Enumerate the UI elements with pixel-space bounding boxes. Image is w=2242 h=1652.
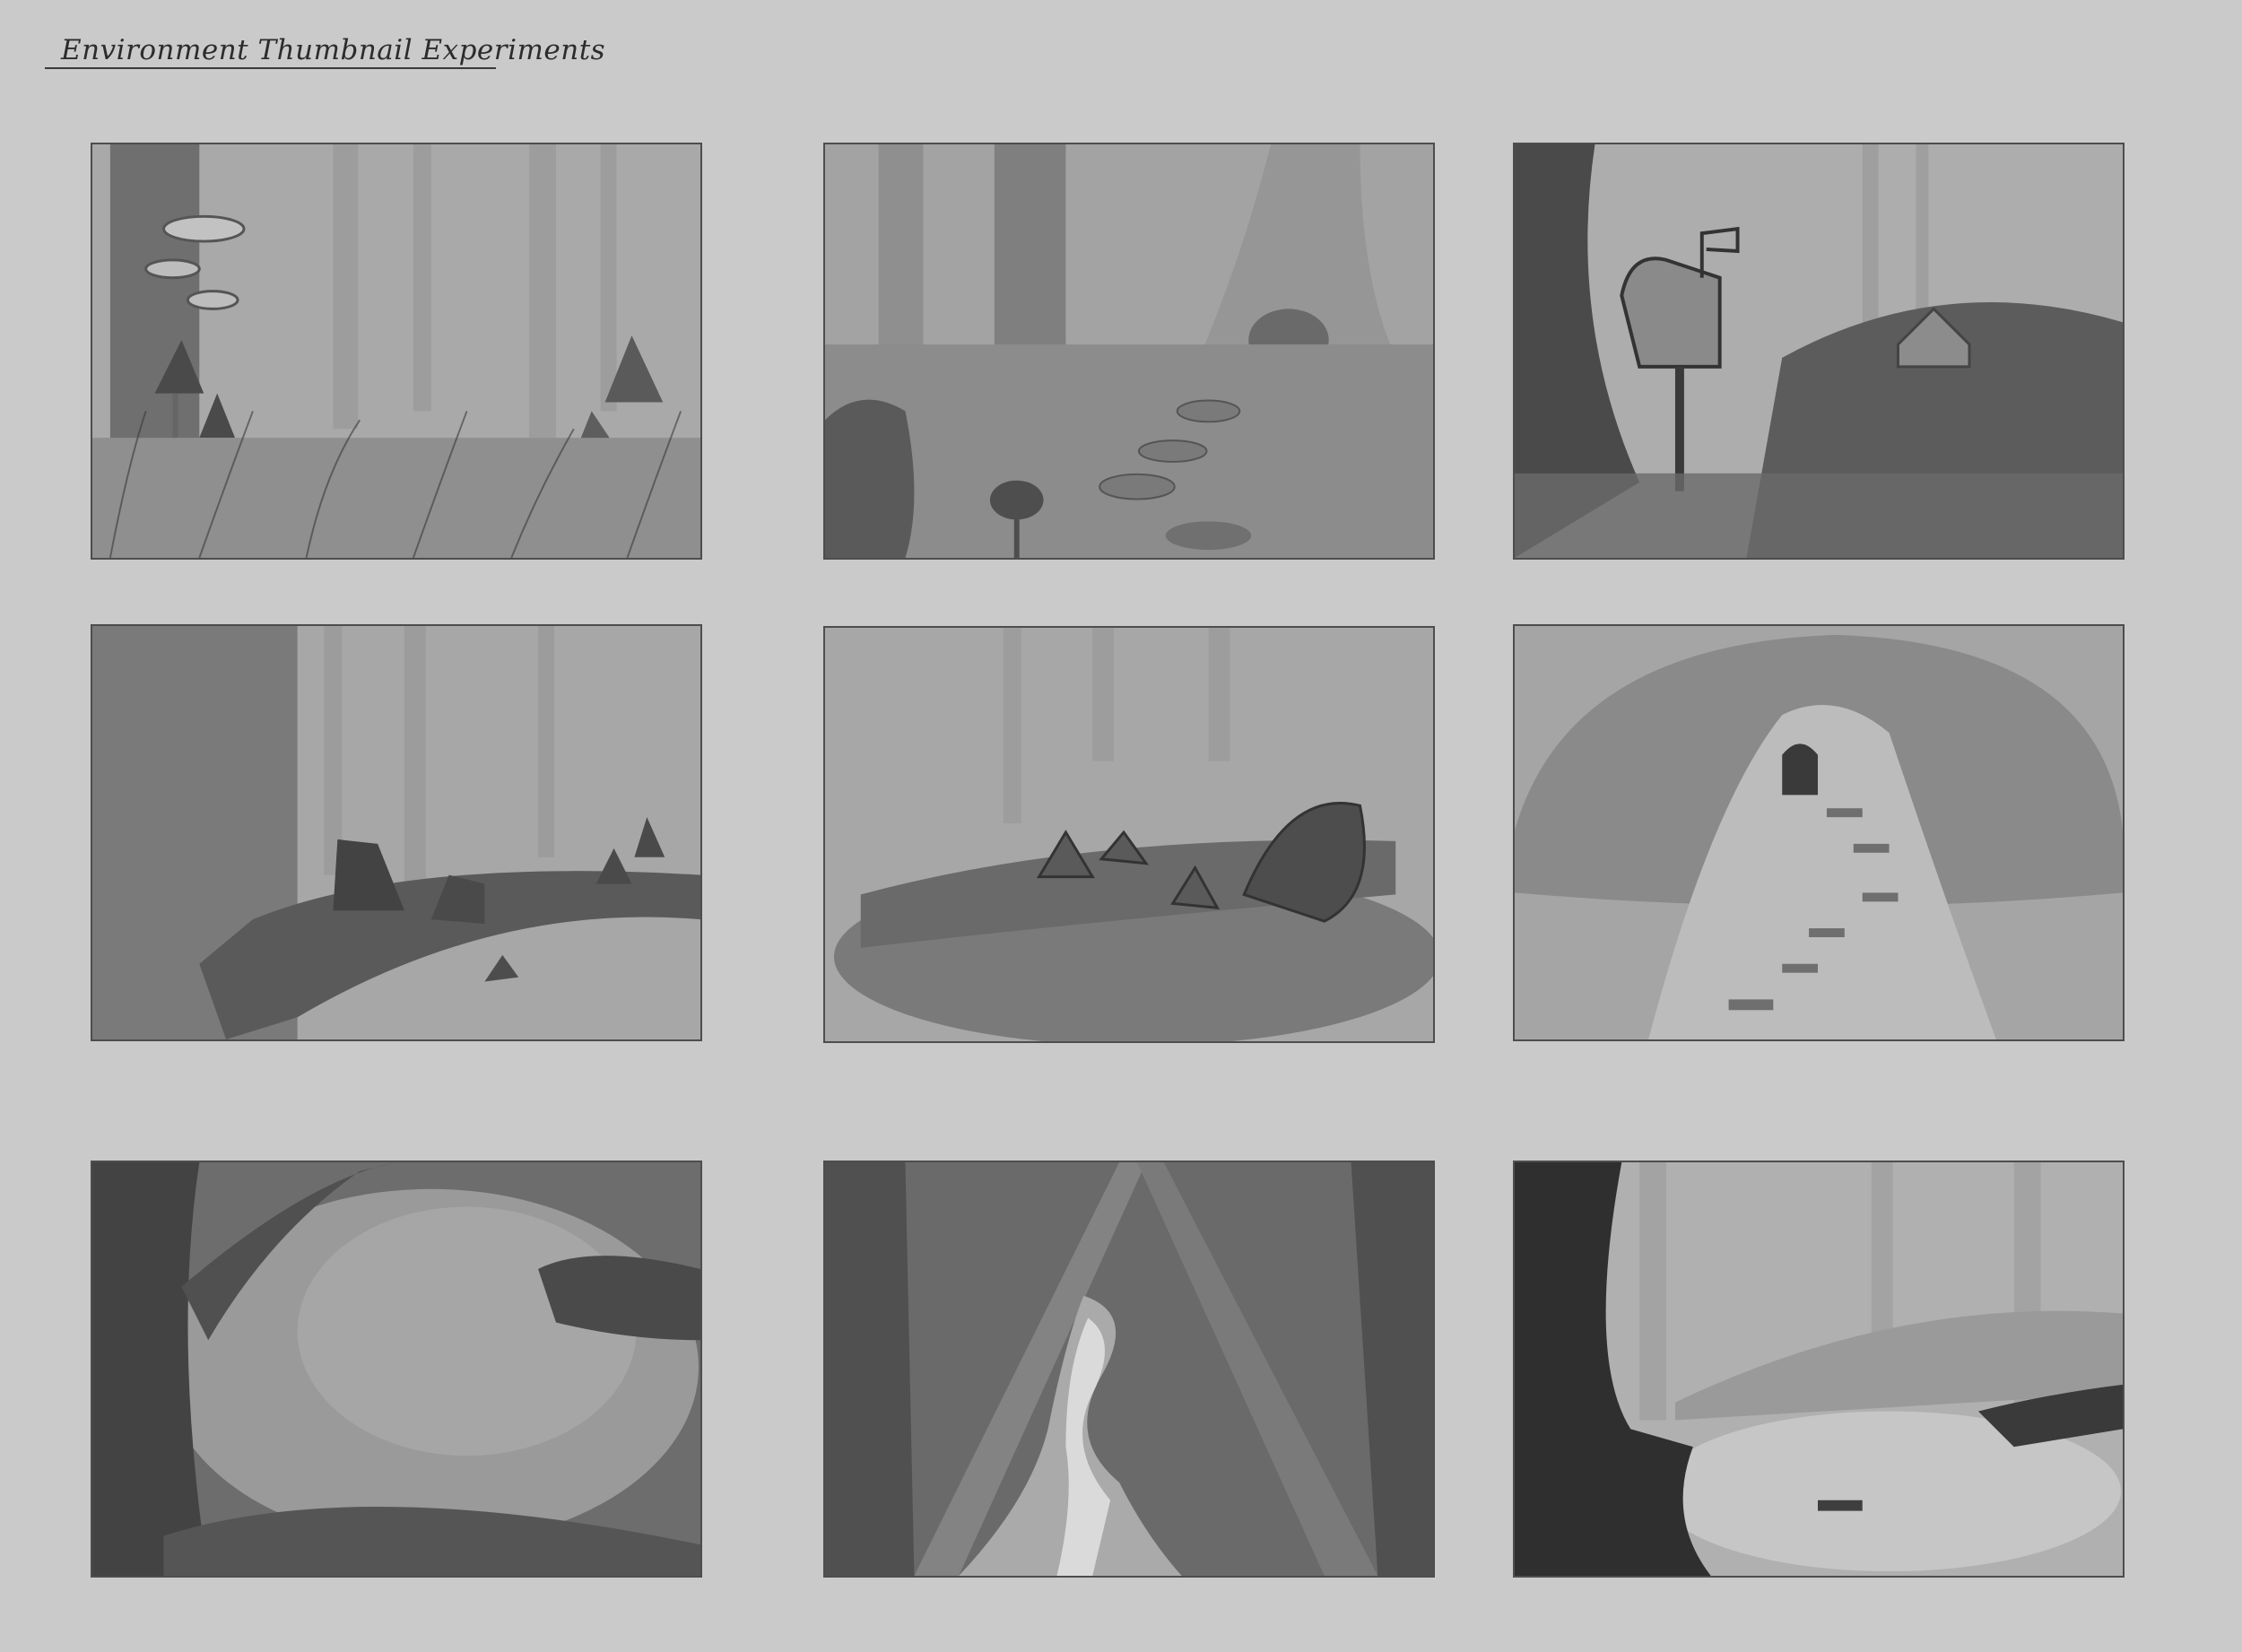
thumbnail-6-giant-mushroom-house — [1513, 624, 2125, 1041]
thumbnail-1-mushroom-forest — [91, 143, 702, 560]
thumbnail-9-forest-pond — [1513, 1161, 2125, 1578]
thumbnail-3-mailbox-cottage — [1513, 143, 2125, 560]
title-underline — [45, 67, 496, 69]
thumbnail-2-stepping-stone-path — [823, 143, 1435, 560]
thumbnail-7-dark-clearing — [91, 1161, 702, 1578]
sheet-title: Environment Thumbnail Experiments — [61, 34, 606, 66]
thumbnail-4-log-mushrooms — [91, 624, 702, 1041]
thumbnail-8-forest-stream — [823, 1161, 1435, 1578]
thumbnail-5-fallen-log-mushroom-cluster — [823, 626, 1435, 1043]
